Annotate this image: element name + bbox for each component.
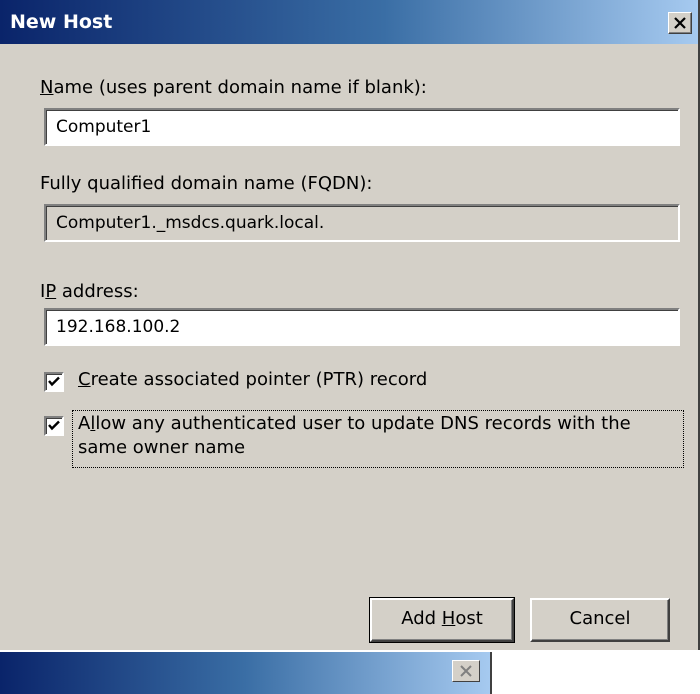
ptr-checkbox-label: Create associated pointer (PTR) record: [78, 368, 427, 392]
name-label-text: ame (uses parent domain name if blank):: [53, 77, 427, 98]
ptr-label-access-key: C: [78, 369, 91, 390]
add-host-button[interactable]: Add Host: [369, 597, 515, 643]
add-host-label-prefix: Add: [401, 608, 442, 629]
close-button[interactable]: [668, 12, 692, 34]
name-label: Name (uses parent domain name if blank):: [40, 76, 427, 100]
add-host-label-text: ost: [455, 608, 483, 629]
ip-label-text: address:: [56, 281, 139, 302]
cancel-button[interactable]: Cancel: [530, 598, 670, 642]
update-label-text: low any authenticated user to update DNS…: [78, 413, 631, 458]
fqdn-field: Computer1._msdcs.quark.local.: [44, 204, 680, 242]
background-window-titlebar[interactable]: [0, 652, 490, 694]
ip-address-input[interactable]: [44, 308, 680, 346]
new-host-dialog: New Host Name (uses parent domain name i…: [0, 0, 700, 650]
checkmark-icon: [48, 420, 60, 431]
dialog-title: New Host: [10, 11, 113, 33]
add-host-access-key: H: [441, 608, 456, 629]
ptr-label-text: reate associated pointer (PTR) record: [90, 369, 428, 390]
close-icon: [674, 17, 686, 29]
name-input[interactable]: [44, 108, 680, 146]
background-window-close-button[interactable]: [452, 660, 480, 682]
ptr-checkbox[interactable]: [44, 372, 64, 392]
ip-address-label: IP address:: [40, 280, 139, 304]
close-icon: [460, 665, 472, 677]
title-bar[interactable]: New Host: [0, 0, 698, 44]
background-window-edge: [490, 652, 492, 694]
update-checkbox[interactable]: [44, 416, 64, 436]
update-label-prefix: A: [78, 413, 91, 434]
ip-label-access-key: P: [45, 281, 57, 302]
update-checkbox-label: Allow any authenticated user to update D…: [78, 412, 678, 460]
fqdn-label: Fully qualified domain name (FQDN):: [40, 173, 373, 194]
name-label-access-key: N: [40, 77, 54, 98]
checkmark-icon: [48, 376, 60, 387]
